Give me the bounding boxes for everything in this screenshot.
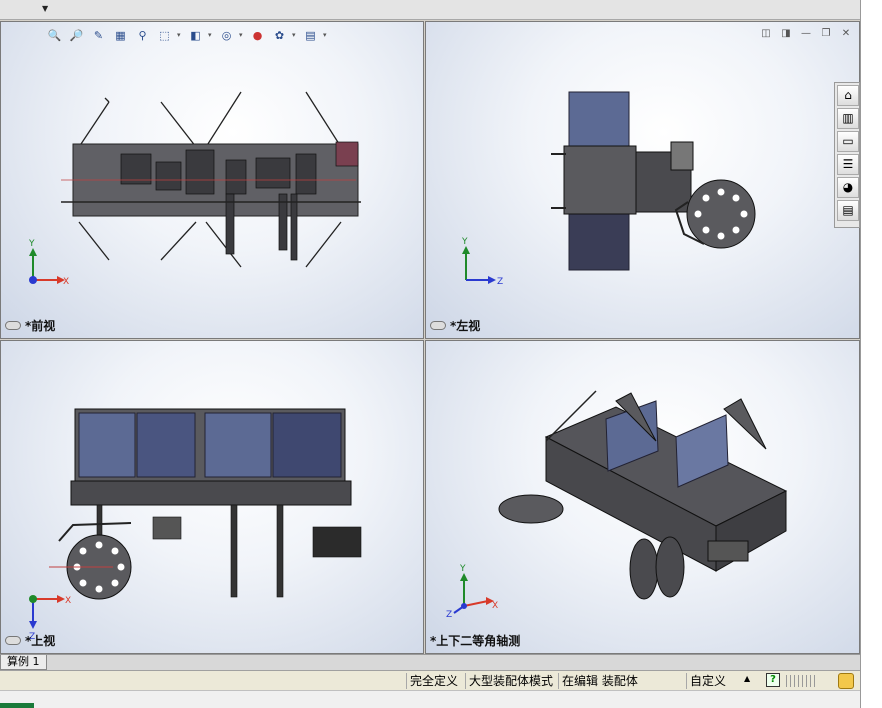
task-pane-tabs: ⌂ ▥ ▭ ☰ ◕ ▤	[834, 82, 860, 228]
view-label: *上视	[5, 632, 55, 649]
status-bar: 完全定义 大型装配体模式 在编辑 装配体 自定义 ▲ ?	[0, 670, 860, 690]
model-isometric-view[interactable]: Y X Z	[426, 341, 860, 654]
rebuild-icon[interactable]	[838, 673, 854, 689]
right-edge	[860, 0, 882, 708]
axis-y-label: Y	[459, 564, 466, 574]
chevron-up-icon[interactable]: ▲	[744, 674, 750, 683]
resize-grip[interactable]	[786, 675, 816, 687]
top-toolbar-strip: ▼	[0, 0, 860, 20]
view-palette-icon[interactable]: ☰	[837, 154, 859, 175]
axis-z-label: Z	[497, 277, 503, 287]
axis-triad: Y Z	[461, 237, 503, 287]
status-editing: 在编辑 装配体	[558, 673, 641, 689]
tab-study[interactable]: 算例 1	[0, 655, 47, 670]
model-left-view[interactable]: Y Z	[426, 22, 860, 339]
view-label: *上下二等角轴测	[430, 632, 520, 649]
axis-triad: Y X Z	[446, 564, 498, 620]
axis-x-label: X	[65, 596, 71, 606]
view-name: *前视	[25, 319, 56, 333]
axis-triad: Y X	[28, 239, 69, 287]
model-top-view[interactable]: Z X	[1, 341, 424, 654]
custom-properties-icon[interactable]: ▤	[837, 200, 859, 221]
axis-z-label: Z	[446, 610, 452, 620]
axis-x-label: X	[63, 277, 69, 287]
file-explorer-icon[interactable]: ▭	[837, 131, 859, 152]
help-icon[interactable]: ?	[766, 673, 780, 687]
viewport-isometric[interactable]: Y X Z *上下二等角轴测	[425, 340, 860, 654]
status-units[interactable]: 自定义	[686, 673, 729, 689]
taskbar-strip	[0, 690, 860, 708]
viewport-left[interactable]: ◫ ◨ — ❐ ✕ Y Z *左视	[425, 21, 860, 339]
model-front-view[interactable]: Y X	[1, 22, 424, 339]
chevron-down-icon[interactable]: ▼	[42, 4, 48, 13]
link-views-icon[interactable]	[5, 636, 21, 645]
axis-y-label: Y	[461, 237, 468, 247]
view-name: *上视	[25, 634, 56, 648]
viewport-top[interactable]: Z X *上视	[0, 340, 424, 654]
home-icon[interactable]: ⌂	[837, 85, 859, 106]
status-large-assembly: 大型装配体模式	[465, 673, 556, 689]
design-library-icon[interactable]: ▥	[837, 108, 859, 129]
link-views-icon[interactable]	[430, 321, 446, 330]
appearances-icon[interactable]: ◕	[837, 177, 859, 198]
view-label: *前视	[5, 317, 55, 334]
viewport-front[interactable]: 🔍 🔎 ✎ ▦ ⚲ ⬚ ▾ ◧ ▾ ◎ ▾ ● ✿ ▾ ▤ ▾ Y X *前视	[0, 21, 424, 339]
axis-y-label: Y	[28, 239, 35, 249]
solidworks-window: ▼ 🔍 🔎 ✎ ▦ ⚲ ⬚ ▾ ◧ ▾ ◎ ▾ ● ✿ ▾ ▤ ▾ Y X *前…	[0, 0, 882, 708]
view-name: *上下二等角轴测	[430, 634, 521, 648]
view-label: *左视	[430, 317, 480, 334]
taskbar-accent	[0, 703, 34, 708]
view-name: *左视	[450, 319, 481, 333]
axis-x-label: X	[492, 601, 498, 611]
link-views-icon[interactable]	[5, 321, 21, 330]
bottom-tab-bar: 算例 1	[0, 654, 860, 670]
status-fully-defined: 完全定义	[406, 673, 461, 689]
